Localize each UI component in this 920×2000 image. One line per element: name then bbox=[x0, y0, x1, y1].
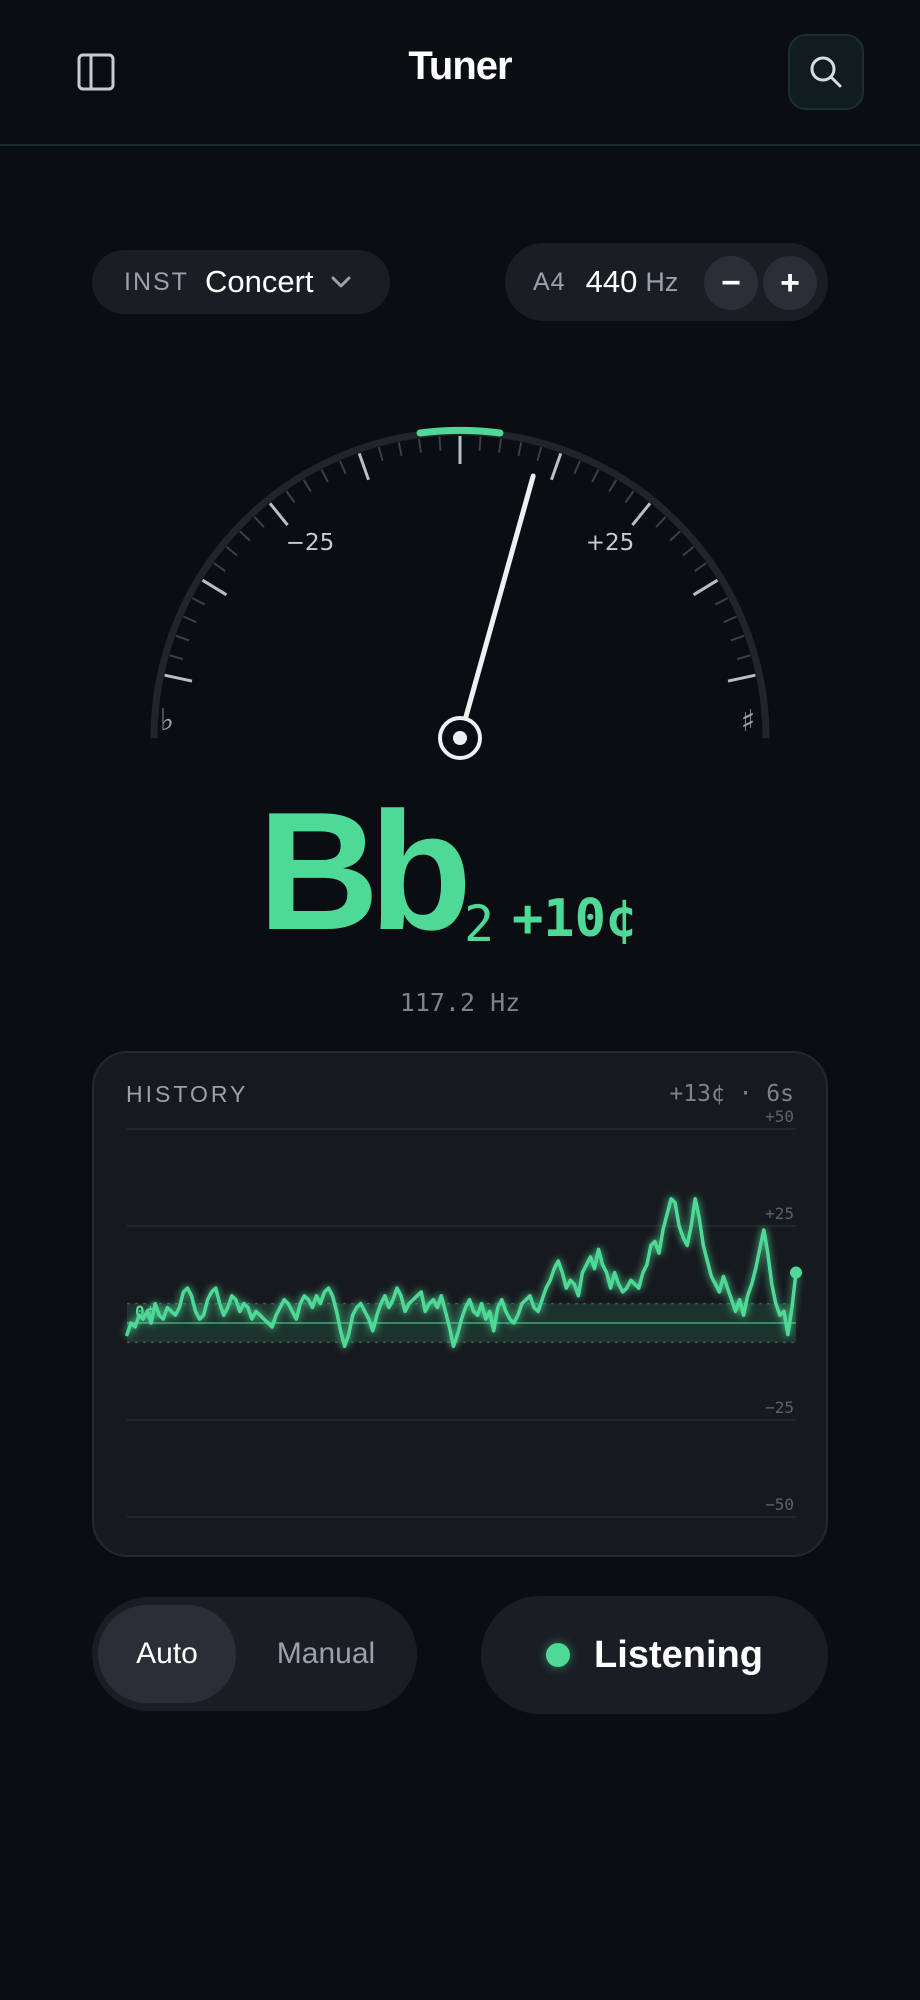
sharp-symbol: ♯ bbox=[741, 704, 756, 739]
gauge-major-tick bbox=[727, 673, 756, 683]
gauge-minor-tick bbox=[655, 516, 667, 528]
gauge-minor-tick bbox=[225, 545, 238, 557]
history-meta: +13¢ · 6s bbox=[669, 1081, 794, 1107]
history-y-label: −25 bbox=[765, 1398, 794, 1417]
gauge-minor-tick bbox=[302, 479, 312, 493]
note-readout: Bb 2 +10¢ bbox=[0, 777, 920, 965]
reference-value: 440 bbox=[585, 264, 638, 299]
gauge-minor-tick bbox=[377, 446, 384, 461]
gauge-minor-tick bbox=[694, 562, 707, 572]
gauge-minor-tick bbox=[730, 634, 745, 642]
gauge-minor-tick bbox=[339, 460, 347, 475]
mode-toggle: Auto Manual bbox=[92, 1597, 417, 1711]
instrument-value: Concert bbox=[204, 264, 314, 299]
gauge-minor-tick bbox=[213, 562, 226, 572]
gauge-major-tick bbox=[201, 578, 228, 597]
reference-unit: Hz bbox=[645, 266, 679, 297]
gauge-major-tick bbox=[631, 502, 652, 527]
gauge-minor-tick bbox=[191, 597, 206, 606]
frequency-readout: 117.2 Hz bbox=[399, 988, 521, 1017]
gauge-left-label: −25 bbox=[286, 530, 335, 556]
gauge-minor-tick bbox=[397, 442, 403, 457]
gauge-minor-tick bbox=[517, 442, 523, 457]
gauge-minor-tick bbox=[714, 597, 729, 606]
gauge-needle bbox=[457, 473, 536, 741]
flat-symbol: ♭ bbox=[160, 703, 174, 738]
reference-label: A4 bbox=[533, 267, 566, 296]
tuning-gauge: −25 +25 ♭ ♯ bbox=[150, 426, 770, 760]
listening-label: Listening bbox=[594, 1633, 763, 1676]
history-chart: +50+25−25−500¢ bbox=[125, 1107, 802, 1518]
history-title: HISTORY bbox=[126, 1081, 249, 1107]
gauge-minor-tick bbox=[536, 446, 543, 461]
gauge-minor-tick bbox=[723, 615, 737, 624]
gauge-minor-tick bbox=[285, 490, 296, 503]
listening-status-dot bbox=[546, 1643, 571, 1667]
gauge-major-tick bbox=[550, 452, 563, 481]
instrument-label: INST bbox=[124, 267, 189, 296]
in-tune-zone bbox=[416, 426, 504, 437]
gauge-minor-tick bbox=[239, 530, 251, 542]
gauge-ticks bbox=[164, 436, 756, 683]
gauge-major-tick bbox=[268, 502, 289, 527]
needle-pivot-center bbox=[453, 731, 467, 745]
history-y-label: +50 bbox=[765, 1107, 794, 1126]
gauge-minor-tick bbox=[438, 436, 442, 451]
gauge-minor-tick bbox=[669, 530, 681, 542]
gauge-minor-tick bbox=[169, 654, 184, 661]
gauge-minor-tick bbox=[418, 438, 422, 453]
gauge-major-tick bbox=[164, 673, 193, 683]
gauge-minor-tick bbox=[624, 490, 635, 503]
gauge-right-label: +25 bbox=[586, 530, 635, 556]
decrease-reference-button[interactable]: − bbox=[704, 256, 758, 310]
note-name: Bb bbox=[258, 777, 472, 965]
gauge-minor-tick bbox=[320, 469, 329, 483]
mode-auto-button[interactable]: Auto bbox=[98, 1605, 236, 1703]
gauge-major-tick bbox=[357, 452, 370, 481]
search-icon bbox=[810, 56, 842, 88]
search-button[interactable] bbox=[788, 34, 864, 110]
mode-manual-button[interactable]: Manual bbox=[242, 1605, 410, 1703]
instrument-selector[interactable]: INST Concert bbox=[92, 250, 390, 314]
gauge-minor-tick bbox=[682, 545, 695, 557]
gauge-minor-tick bbox=[591, 469, 600, 483]
gauge-minor-tick bbox=[478, 436, 482, 451]
gauge-minor-tick bbox=[183, 615, 197, 624]
note-octave: 2 bbox=[464, 895, 495, 953]
app-header: Tuner bbox=[0, 0, 920, 146]
gauge-minor-tick bbox=[573, 460, 581, 475]
history-panel: +50 +25 −25 −50 0¢ HISTORY +13¢ · 6s bbox=[92, 1051, 828, 1557]
page-title: Tuner bbox=[408, 44, 512, 88]
gauge-minor-tick bbox=[175, 634, 190, 642]
gauge-major-tick bbox=[692, 578, 719, 597]
gauge-minor-tick bbox=[736, 654, 751, 661]
history-current-point bbox=[790, 1266, 802, 1279]
cents-offset: +10¢ bbox=[512, 889, 638, 949]
history-y-label: +25 bbox=[765, 1204, 794, 1223]
gauge-minor-tick bbox=[608, 479, 618, 493]
gauge-minor-tick bbox=[253, 516, 265, 528]
increase-reference-button[interactable]: + bbox=[763, 256, 817, 310]
chevron-down-icon bbox=[331, 276, 350, 288]
gauge-minor-tick bbox=[498, 438, 502, 453]
listening-button[interactable]: Listening bbox=[481, 1596, 828, 1714]
history-y-label: −50 bbox=[765, 1495, 794, 1514]
